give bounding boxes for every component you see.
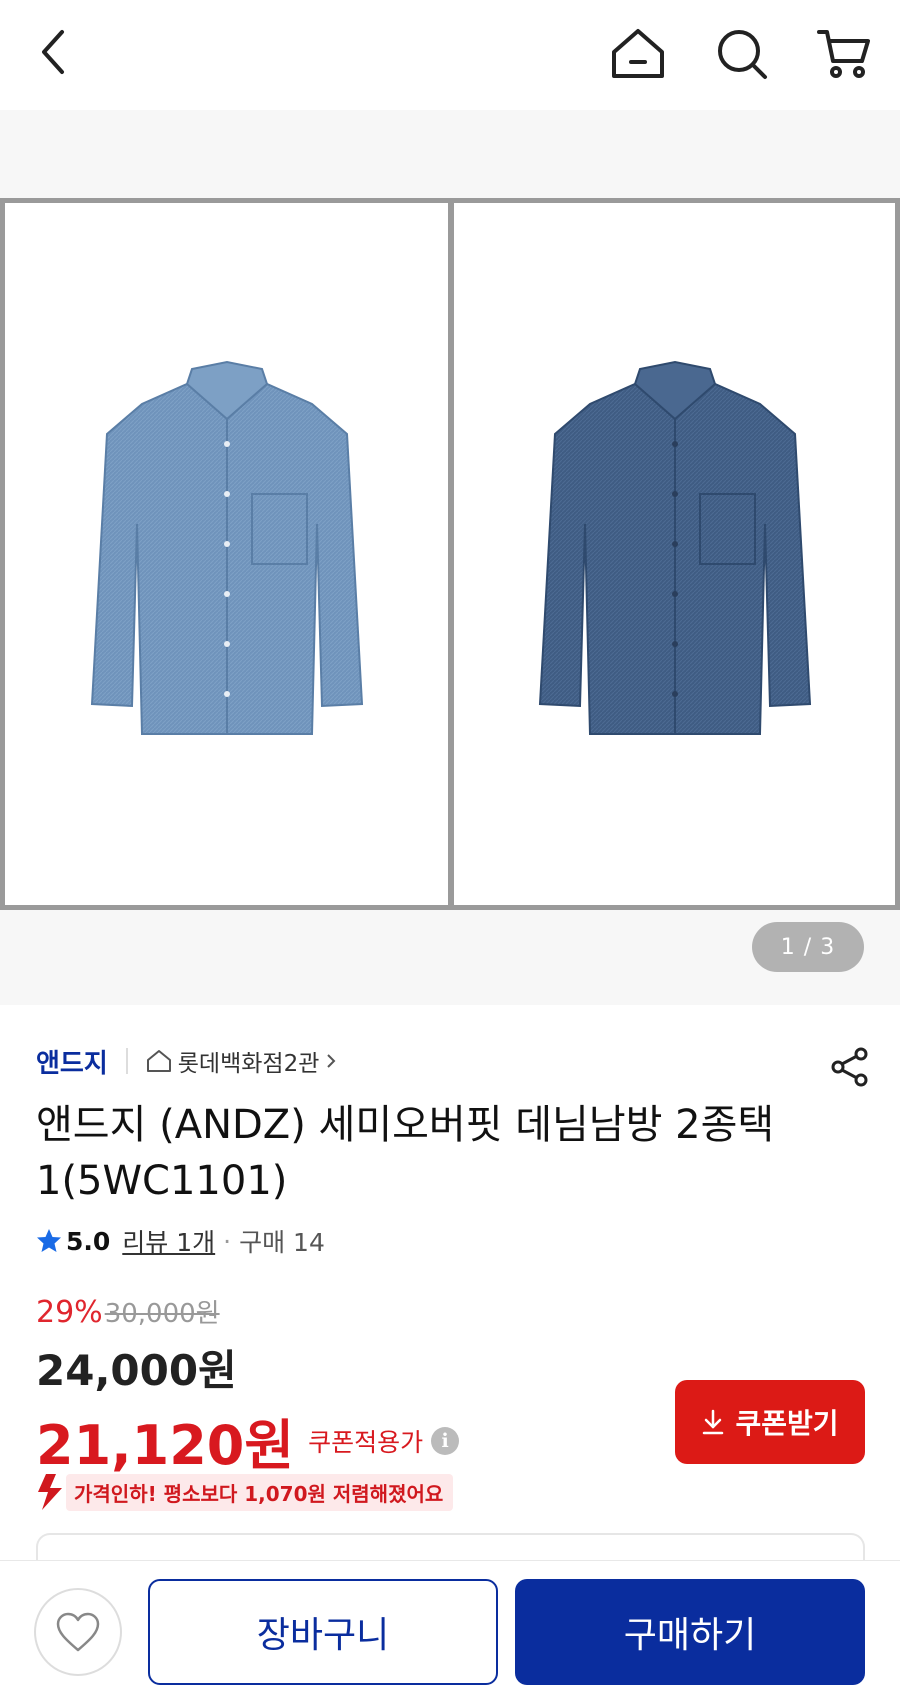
search-button[interactable]: [710, 22, 774, 86]
brand-link[interactable]: 앤드지: [36, 1043, 108, 1080]
coupon-price: 21,120원: [36, 1414, 295, 1477]
separator-dot: ·: [223, 1226, 232, 1256]
price-drop-notice: 가격인하! 평소보다 1,070원 저렴해졌어요: [36, 1472, 454, 1512]
search-icon: [718, 30, 767, 79]
divider: [125, 1048, 128, 1074]
heart-icon: [56, 1612, 100, 1652]
cart-button[interactable]: [812, 22, 876, 86]
shirt-dark-image: [538, 360, 811, 735]
sale-price: 24,000원: [36, 1346, 237, 1395]
product-image-dark-denim: [454, 203, 895, 905]
price-drop-text: 가격인하! 평소보다 1,070원 저렴해졌어요: [66, 1473, 454, 1511]
coupon-price-row: 21,120원 쿠폰적용가 i: [36, 1401, 460, 1480]
coupon-price-label: 쿠폰적용가: [308, 1427, 424, 1457]
review-link[interactable]: 리뷰 1개: [122, 1223, 215, 1259]
purchase-count: 구매 14: [239, 1228, 325, 1257]
rating-row: 5.0 리뷰 1개 · 구매 14: [36, 1223, 325, 1259]
chevron-left-icon: [42, 30, 64, 74]
rating-score: 5.0: [66, 1226, 111, 1256]
product-image-gallery[interactable]: 1 / 3: [0, 110, 900, 1005]
buy-now-button[interactable]: 구매하기: [515, 1579, 865, 1685]
home-icon: [612, 29, 664, 78]
down-arrow-icon: [38, 1474, 62, 1510]
discount-row: 29% 30,000원: [36, 1293, 220, 1330]
discount-rate: 29%: [36, 1295, 103, 1330]
product-image-light-denim: [5, 203, 448, 905]
info-icon[interactable]: i: [431, 1426, 460, 1455]
back-button[interactable]: [22, 20, 86, 84]
bottom-action-bar: 장바구니 구매하기: [0, 1560, 900, 1703]
store-link[interactable]: 롯데백화점2관: [146, 1044, 338, 1078]
star-icon: [37, 1229, 61, 1252]
product-image-frame: [0, 198, 900, 910]
image-pager: 1 / 3: [752, 922, 864, 972]
chevron-right-icon: [327, 1054, 336, 1068]
shirt-light-image: [90, 360, 363, 735]
original-price: 30,000원: [104, 1299, 220, 1329]
cart-icon: [817, 30, 870, 78]
product-title: 앤드지 (ANDZ) 세미오버핏 데님남방 2종택1(5WC1101): [36, 1102, 775, 1204]
share-icon: [831, 1047, 868, 1087]
store-home-icon: [146, 1050, 171, 1072]
brand-row: 앤드지 롯데백화점2관: [36, 1041, 337, 1081]
top-navigation-bar: [0, 0, 900, 110]
get-coupon-label: 쿠폰받기: [735, 1407, 839, 1440]
share-button[interactable]: [826, 1043, 874, 1091]
wishlist-button[interactable]: [34, 1588, 122, 1676]
add-to-cart-button[interactable]: 장바구니: [148, 1579, 498, 1685]
store-name: 롯데백화점2관: [177, 1051, 320, 1077]
download-icon: [703, 1409, 724, 1435]
home-button[interactable]: [606, 22, 670, 86]
get-coupon-button[interactable]: 쿠폰받기: [675, 1380, 865, 1464]
